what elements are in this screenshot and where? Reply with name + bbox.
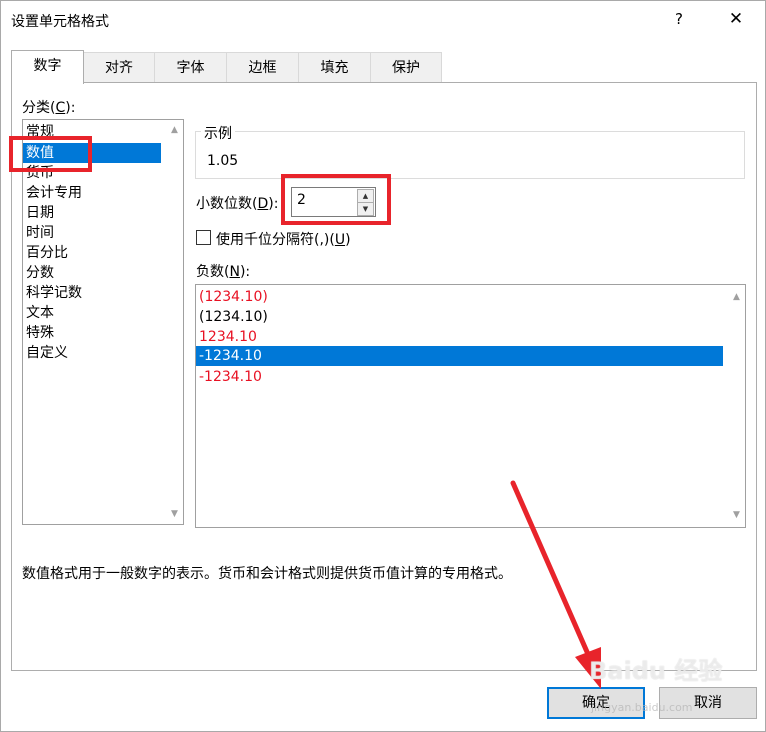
thousands-separator-checkbox[interactable] — [196, 230, 211, 245]
negative-format-red[interactable]: 1234.10 — [199, 327, 257, 347]
highlight-category-number — [9, 136, 92, 172]
help-button[interactable]: ? — [665, 5, 693, 33]
tab-alignment[interactable]: 对齐 — [83, 52, 155, 83]
category-item-scientific[interactable]: 科学记数 — [26, 283, 82, 303]
category-item-accounting[interactable]: 会计专用 — [26, 183, 82, 203]
scroll-up-icon[interactable]: ▲ — [728, 289, 745, 305]
tab-font[interactable]: 字体 — [154, 52, 227, 83]
tab-protection[interactable]: 保护 — [370, 52, 442, 83]
tab-bar: 数字 对齐 字体 边框 填充 保护 — [11, 50, 755, 84]
negative-format-parentheses[interactable]: (1234.10) — [199, 307, 268, 327]
negative-format-minus[interactable]: -1234.10 — [196, 346, 723, 366]
decimal-places-label: 小数位数(D): — [196, 196, 279, 212]
format-description: 数值格式用于一般数字的表示。货币和会计格式则提供货币值计算的专用格式。 — [22, 566, 512, 582]
tab-fill[interactable]: 填充 — [298, 52, 371, 83]
category-item-custom[interactable]: 自定义 — [26, 343, 68, 363]
watermark-url: jingyan.baidu.com — [591, 701, 693, 714]
negative-format-red-parentheses[interactable]: (1234.10) — [199, 287, 268, 307]
dialog-title: 设置单元格格式 — [11, 14, 109, 30]
thousands-separator-label[interactable]: 使用千位分隔符(,)(U) — [216, 229, 351, 249]
category-list[interactable]: 常规 数值 货币 会计专用 日期 时间 百分比 分数 科学记数 文本 特殊 自定… — [22, 119, 184, 525]
sample-label: 示例 — [201, 123, 235, 143]
tab-border[interactable]: 边框 — [226, 52, 299, 83]
category-item-special[interactable]: 特殊 — [26, 323, 54, 343]
format-cells-dialog: 设置单元格格式 ? ✕ 数字 对齐 字体 边框 填充 保护 分类(C): 常规 … — [0, 0, 766, 732]
sample-group — [195, 131, 745, 179]
category-label: 分类(C): — [22, 100, 76, 116]
category-scrollbar[interactable]: ▲ ▼ — [166, 120, 183, 524]
category-item-fraction[interactable]: 分数 — [26, 263, 54, 283]
tab-number[interactable]: 数字 — [11, 50, 84, 84]
highlight-decimal-places — [281, 174, 391, 225]
watermark-logo: Baidu 经验 — [589, 657, 723, 685]
category-item-time[interactable]: 时间 — [26, 223, 54, 243]
title-bar: 设置单元格格式 ? ✕ — [1, 1, 765, 39]
close-button[interactable]: ✕ — [721, 5, 751, 33]
category-item-text[interactable]: 文本 — [26, 303, 54, 323]
negative-format-red-minus[interactable]: -1234.10 — [199, 367, 262, 387]
scroll-down-icon[interactable]: ▼ — [166, 506, 183, 522]
negative-list-scrollbar[interactable]: ▲ ▼ — [728, 285, 745, 527]
scroll-up-icon[interactable]: ▲ — [166, 122, 183, 138]
negative-numbers-label: 负数(N): — [196, 264, 251, 280]
scroll-down-icon[interactable]: ▼ — [728, 507, 745, 523]
category-item-percentage[interactable]: 百分比 — [26, 243, 68, 263]
negative-numbers-list[interactable]: (1234.10) (1234.10) 1234.10 -1234.10 -12… — [195, 284, 746, 528]
category-item-date[interactable]: 日期 — [26, 203, 54, 223]
sample-value: 1.05 — [207, 153, 239, 169]
